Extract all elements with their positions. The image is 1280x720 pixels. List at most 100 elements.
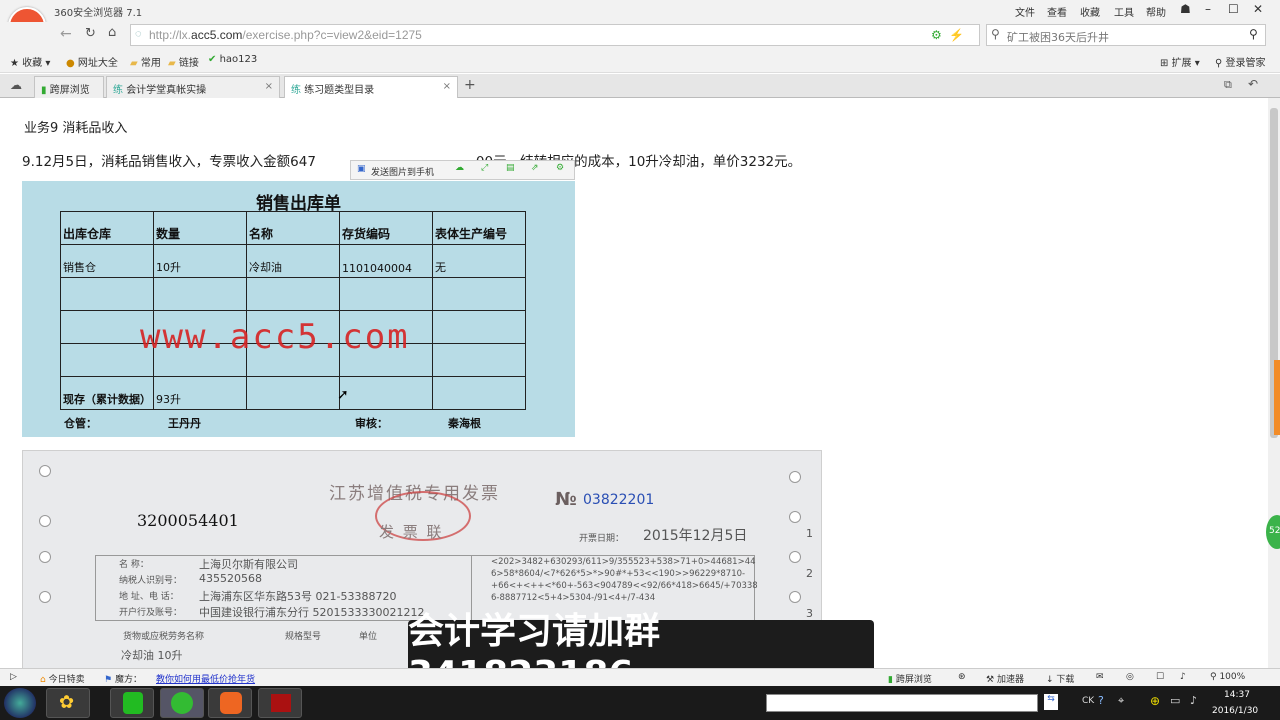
bookmarks-bar: ★ 收藏 ▾ ● 网址大全 ▰ 常用 ▰ 链接 ✔ hao123 ⊞ 扩展 ▾ … bbox=[0, 49, 1280, 73]
bookmark-favorites[interactable]: ★ 收藏 ▾ bbox=[10, 54, 50, 69]
buyer-name: 上海贝尔斯有限公司 bbox=[199, 558, 298, 571]
cross-screen-button[interactable]: ▮ 跨屏浏览 bbox=[888, 672, 932, 685]
bookmark-hao123[interactable]: ✔ hao123 bbox=[208, 54, 257, 65]
taskbar-app-360-browser[interactable] bbox=[160, 688, 204, 718]
cloud-save-icon[interactable]: ☁ bbox=[455, 163, 464, 173]
new-tab-button[interactable]: + bbox=[464, 77, 476, 93]
spec-header: 规格型号 bbox=[285, 632, 322, 642]
browser-icon[interactable]: ◎ bbox=[1126, 672, 1134, 682]
search-icon: ⚲ bbox=[991, 27, 1000, 41]
restore-tabs-icon[interactable]: ⧉ bbox=[1224, 78, 1232, 92]
bank-label: 开户行及账号： bbox=[119, 608, 183, 618]
clock-date[interactable]: 2016/1/30 bbox=[1212, 706, 1258, 716]
address-bar[interactable]: ◌ http://lx.acc5.com/exercise.php?c=view… bbox=[130, 24, 980, 46]
phone-icon: ▣ bbox=[357, 164, 366, 174]
menu-view[interactable]: 查看 bbox=[1047, 4, 1067, 19]
help-icon[interactable]: ? bbox=[1098, 694, 1104, 707]
window-icon[interactable]: ☐ bbox=[1156, 672, 1164, 682]
tab-bar: ☁ ▮ 跨屏浏览 练 会计学堂真帐实操 × 练 练习题类型目录 × + ⧉ ↶ bbox=[0, 74, 1280, 98]
keeper-name: 王丹丹 bbox=[168, 417, 201, 430]
search-box[interactable]: ⚲ 矿工被困36天后升井 ⚲ bbox=[986, 24, 1266, 46]
ime-indicator[interactable]: CK bbox=[1082, 696, 1094, 706]
taskbar-app-recorder[interactable] bbox=[258, 688, 302, 718]
mail-icon[interactable]: ✉ bbox=[1096, 672, 1104, 682]
expand-icon[interactable]: ⤢ bbox=[481, 163, 488, 173]
network-tray-icon[interactable]: ▭ bbox=[1170, 694, 1180, 707]
buyer-bank: 中国建设银行浦东分行 5201533330021212 bbox=[199, 606, 425, 619]
header-name: 名称 bbox=[246, 211, 340, 245]
tab-label: 会计学堂真帐实操 bbox=[126, 85, 207, 96]
close-tab-icon[interactable]: × bbox=[443, 81, 451, 92]
menu-help[interactable]: 帮助 bbox=[1146, 4, 1166, 19]
share-icon[interactable]: ⇗ bbox=[531, 163, 539, 173]
taskbar-app-green[interactable] bbox=[110, 688, 154, 718]
save-icon[interactable]: ▤ bbox=[506, 163, 515, 173]
accelerator-button[interactable]: ⚒ 加速器 bbox=[986, 672, 1024, 685]
cell-warehouse: 销售仓 bbox=[60, 244, 154, 278]
security-icon[interactable]: ⚙ bbox=[931, 28, 942, 42]
cipher-line: <202>3482+630293/611>9/355523+538>71+0>4… bbox=[491, 557, 756, 567]
volume-icon[interactable]: ♪ bbox=[1180, 672, 1186, 682]
sidebar-toggle-icon[interactable]: ▷ bbox=[10, 672, 17, 682]
invoice-copy-label: 发 票 联 bbox=[379, 523, 444, 541]
taskbar-app-orange[interactable] bbox=[208, 688, 252, 718]
tray-icon[interactable]: ⌖ bbox=[1118, 694, 1124, 708]
address-label: 地 址、电 话： bbox=[119, 592, 179, 602]
refresh-icon[interactable]: ↻ bbox=[85, 26, 96, 41]
home-icon[interactable]: ⌂ bbox=[108, 25, 116, 40]
app-icon: ✿ bbox=[59, 692, 75, 713]
go-icon[interactable]: ⇆ bbox=[1044, 694, 1058, 710]
status-bar: ▷ ⌂ 今日特卖 ⚑ 魔方： 教你如何用最低价抢年货 ▮ 跨屏浏览 ⊛ ⚒ 加速… bbox=[0, 668, 1280, 686]
promo-link[interactable]: 教你如何用最低价抢年货 bbox=[156, 672, 255, 685]
table-row: 销售仓 10升 冷却油 1101040004 无 bbox=[60, 244, 526, 278]
cloud-icon[interactable]: ☁ bbox=[10, 78, 22, 92]
app-icon bbox=[123, 692, 143, 714]
extensions-button[interactable]: ⊞ 扩展 ▾ bbox=[1160, 54, 1200, 69]
taskbar-search-input[interactable] bbox=[766, 694, 1038, 712]
bookmark-sites[interactable]: ● 网址大全 bbox=[66, 54, 118, 69]
tab-cross-screen[interactable]: ▮ 跨屏浏览 bbox=[34, 76, 104, 98]
send-to-phone-button[interactable]: 发送图片到手机 bbox=[371, 165, 434, 178]
network-icon[interactable]: ⊛ bbox=[958, 672, 966, 682]
invoice-date: 2015年12月5日 bbox=[643, 528, 748, 544]
bookmark-common[interactable]: ▰ 常用 bbox=[130, 54, 161, 69]
app-icon bbox=[271, 694, 291, 712]
menu-tools[interactable]: 工具 bbox=[1114, 4, 1134, 19]
tab-accounting[interactable]: 练 会计学堂真帐实操 × bbox=[106, 76, 280, 98]
login-button[interactable]: ⚲ 登录管家 bbox=[1215, 54, 1266, 69]
download-button[interactable]: ↓ 下载 bbox=[1046, 672, 1074, 685]
start-button[interactable] bbox=[4, 688, 36, 718]
row-number: 1 bbox=[806, 527, 813, 540]
side-feedback-tab[interactable] bbox=[1274, 360, 1280, 435]
app-icon bbox=[220, 692, 242, 714]
sales-outbound-form: 销售出库单 出库仓库 数量 名称 存货编码 表体生产编号 销售仓 10升 冷却油… bbox=[22, 181, 575, 437]
taskbar-app-colorful[interactable]: ✿ bbox=[46, 688, 90, 718]
today-deal-link[interactable]: ⌂ 今日特卖 bbox=[40, 672, 85, 685]
tray-plus-icon[interactable]: ⊕ bbox=[1150, 694, 1160, 708]
close-tab-icon[interactable]: × bbox=[265, 81, 273, 92]
windows-taskbar: ✿ ▾ ⇆ CK ? ⌖ ⊕ ▭ ♪ 14:37 2016/1/30 bbox=[0, 686, 1280, 720]
invoice-code: 3200054401 bbox=[137, 511, 239, 530]
clock-time[interactable]: 14:37 bbox=[1224, 690, 1250, 700]
buyer-address: 上海浦东区华东路53号 021-53388720 bbox=[199, 590, 397, 603]
dropdown-icon[interactable]: ▾ bbox=[1030, 694, 1035, 705]
settings-icon[interactable]: ⚙ bbox=[556, 163, 564, 173]
back-icon[interactable]: ← bbox=[60, 26, 72, 42]
title-bar: 360安全浏览器 7.1 文件 查看 收藏 工具 帮助 ☗ – ☐ ✕ bbox=[0, 0, 1280, 22]
maximize-button[interactable]: ☐ bbox=[1228, 2, 1239, 16]
speed-icon[interactable]: ⚡ bbox=[949, 28, 964, 42]
bookmark-links[interactable]: ▰ 链接 bbox=[168, 54, 199, 69]
table-total-row: 现存（累计数据） 93升 bbox=[60, 376, 526, 410]
volume-tray-icon[interactable]: ♪ bbox=[1190, 694, 1197, 707]
menu-file[interactable]: 文件 bbox=[1015, 4, 1035, 19]
menu-favorites[interactable]: 收藏 bbox=[1080, 4, 1100, 19]
zoom-level[interactable]: ⚲ 100% bbox=[1210, 672, 1245, 682]
magic-label: ⚑ 魔方： bbox=[104, 675, 142, 685]
search-submit-icon[interactable]: ⚲ bbox=[1249, 27, 1258, 41]
tab-exercise-catalog[interactable]: 练 练习题类型目录 × bbox=[284, 76, 458, 98]
minimize-button[interactable]: – bbox=[1205, 2, 1211, 16]
total-label: 现存（累计数据） bbox=[60, 376, 154, 410]
skin-icon[interactable]: ☗ bbox=[1180, 2, 1191, 16]
undo-close-icon[interactable]: ↶ bbox=[1248, 77, 1258, 91]
close-button[interactable]: ✕ bbox=[1253, 2, 1263, 16]
